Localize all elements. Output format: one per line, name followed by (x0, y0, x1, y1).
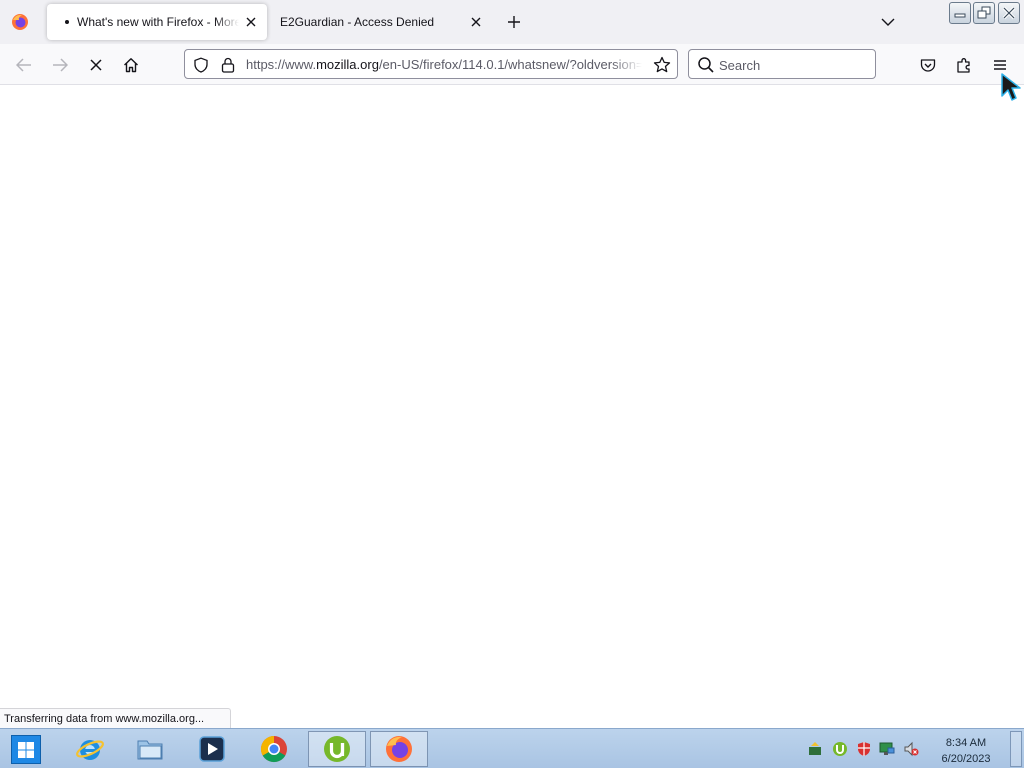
lock-icon[interactable] (218, 55, 238, 75)
page-content (0, 85, 1024, 728)
tab-strip: What's new with Firefox - More ways to E… (0, 0, 1024, 44)
clock-date: 6/20/2023 (941, 753, 991, 765)
mouse-cursor-icon (1001, 73, 1021, 101)
search-icon (698, 57, 714, 73)
puzzle-piece-icon (957, 58, 970, 73)
firefox-logo-icon (12, 14, 28, 30)
home-button[interactable] (117, 51, 145, 79)
stop-loading-button[interactable] (82, 51, 110, 79)
extensions-button[interactable] (950, 51, 978, 79)
system-clock[interactable]: 8:34 AM 6/20/2023 (930, 735, 1002, 767)
restore-icon (977, 6, 991, 19)
taskbar: 8:34 AM 6/20/2023 (0, 728, 1024, 768)
search-placeholder: Search (719, 58, 761, 73)
show-desktop-button[interactable] (1010, 731, 1022, 767)
tab-e2guardian[interactable]: E2Guardian - Access Denied (270, 4, 492, 40)
network-icon (879, 742, 895, 755)
stop-icon (90, 59, 102, 71)
close-icon (1002, 6, 1016, 20)
loading-dot-icon (65, 20, 69, 24)
url-host: mozilla.org (316, 57, 379, 72)
windows-logo-icon (18, 741, 34, 758)
tray-security[interactable] (855, 741, 873, 757)
shield-icon (858, 742, 870, 756)
minimize-window-button[interactable] (949, 2, 971, 24)
arrow-right-icon (53, 58, 68, 72)
navigation-toolbar: https://www.mozilla.org/en-US/firefox/11… (0, 44, 1024, 85)
taskbar-media-player[interactable] (183, 731, 241, 767)
chevron-down-icon (881, 18, 895, 26)
new-tab-button[interactable] (502, 10, 526, 34)
tab-title: E2Guardian - Access Denied (280, 15, 435, 29)
restore-window-button[interactable] (973, 2, 995, 24)
minimize-icon (954, 13, 966, 18)
url-text[interactable]: https://www.mozilla.org/en-US/firefox/11… (246, 57, 642, 72)
volume-muted-icon (904, 741, 919, 757)
hamburger-menu-icon (994, 60, 1006, 70)
taskbar-file-explorer[interactable] (121, 731, 179, 767)
taskbar-utorrent[interactable] (308, 731, 366, 767)
plus-icon (508, 16, 520, 28)
firefox-view-button[interactable] (0, 0, 40, 44)
close-icon (471, 17, 481, 27)
status-panel: Transferring data from www.mozilla.org..… (0, 708, 232, 729)
pocket-icon (920, 58, 936, 72)
clock-time: 8:34 AM (945, 737, 987, 749)
forward-button[interactable] (46, 51, 74, 79)
taskbar-internet-explorer[interactable] (61, 731, 119, 767)
internet-explorer-icon (76, 740, 104, 760)
pocket-button[interactable] (914, 51, 942, 79)
tab-close-button[interactable] (239, 10, 263, 34)
back-button[interactable] (10, 51, 38, 79)
url-path: /en-US/firefox/114.0.1/whatsnew/?oldvers… (378, 57, 642, 72)
media-player-icon (199, 736, 225, 762)
tray-volume[interactable] (902, 741, 920, 757)
search-bar[interactable]: Search (688, 49, 876, 79)
bookmark-star-icon[interactable] (652, 55, 672, 75)
close-window-button[interactable] (998, 2, 1020, 24)
list-all-tabs-button[interactable] (876, 10, 900, 34)
start-button[interactable] (11, 735, 41, 764)
taskbar-chrome[interactable] (245, 731, 303, 767)
tray-network[interactable] (878, 741, 896, 757)
utorrent-icon (324, 736, 350, 762)
tracking-protection-shield-icon[interactable] (191, 55, 211, 75)
network-share-icon (809, 742, 821, 755)
file-explorer-icon (137, 740, 163, 760)
arrow-left-icon (16, 58, 31, 72)
chrome-icon (260, 735, 287, 763)
taskbar-firefox[interactable] (370, 731, 428, 767)
url-prefix: https://www. (246, 57, 317, 72)
tab-title: What's new with Firefox - More ways to (77, 15, 239, 29)
firefox-icon (386, 736, 412, 762)
tray-utorrent[interactable] (831, 741, 849, 757)
address-bar[interactable]: https://www.mozilla.org/en-US/firefox/11… (184, 49, 678, 79)
tab-close-button[interactable] (464, 10, 488, 34)
close-icon (246, 17, 256, 27)
tray-network-share[interactable] (806, 741, 824, 757)
tab-whats-new[interactable]: What's new with Firefox - More ways to (47, 4, 267, 40)
home-icon (124, 58, 138, 73)
utorrent-tray-icon (833, 742, 847, 756)
